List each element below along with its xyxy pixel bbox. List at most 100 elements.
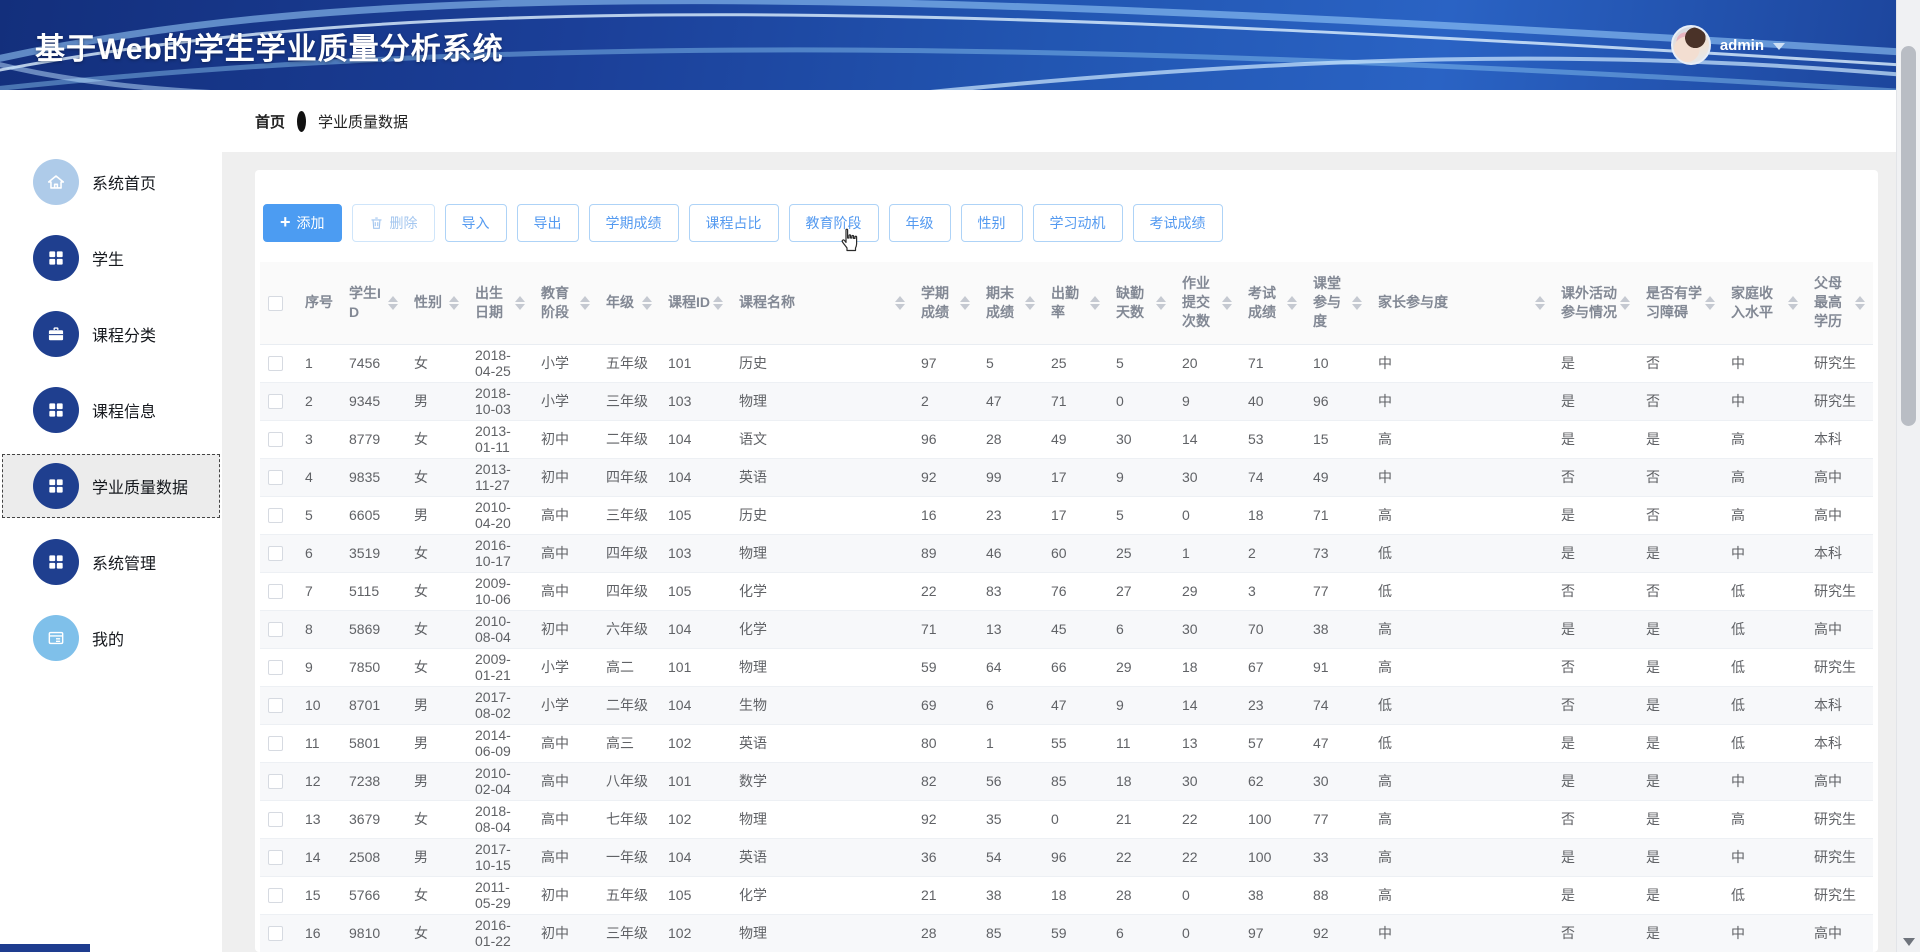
sort-caret-icon[interactable] [388, 296, 398, 310]
briefcase-icon [33, 311, 79, 357]
sort-caret-icon[interactable] [1287, 296, 1297, 310]
column-header-16[interactable]: 家长参与度 [1370, 262, 1553, 344]
row-checkbox[interactable] [268, 736, 283, 751]
column-header-12[interactable]: 缺勤天数 [1108, 262, 1174, 344]
toolbar-button-10[interactable]: 学习动机 [1033, 204, 1123, 242]
sort-caret-icon[interactable] [1090, 296, 1100, 310]
sort-caret-icon[interactable] [1222, 296, 1232, 310]
table-cell: 中 [1370, 458, 1553, 496]
sidebar-item-label: 学业质量数据 [92, 474, 188, 498]
table-cell: 62 [1240, 762, 1305, 800]
toolbar-button-6[interactable]: 课程占比 [689, 204, 779, 242]
select-all-checkbox[interactable] [268, 296, 283, 311]
page-scrollbar[interactable] [1896, 0, 1920, 952]
table-cell: 中 [1370, 344, 1553, 382]
sidebar-item-4[interactable]: 课程信息 [2, 378, 220, 442]
row-checkbox[interactable] [268, 660, 283, 675]
column-header-3[interactable]: 性别 [406, 262, 467, 344]
table-cell: 15 [1305, 420, 1370, 458]
column-header-18[interactable]: 是否有学习障碍 [1638, 262, 1723, 344]
column-header-14[interactable]: 考试成绩 [1240, 262, 1305, 344]
toolbar-button-8[interactable]: 年级 [889, 204, 951, 242]
column-header-13[interactable]: 作业提交次数 [1174, 262, 1240, 344]
sort-caret-icon[interactable] [960, 296, 970, 310]
row-checkbox[interactable] [268, 926, 283, 941]
scrollbar-down-arrow-icon[interactable] [1903, 938, 1915, 946]
table-cell: 21 [913, 876, 978, 914]
sort-caret-icon[interactable] [1156, 296, 1166, 310]
table-cell: 高中 [533, 838, 598, 876]
column-header-9[interactable]: 学期成绩 [913, 262, 978, 344]
column-header-label: 课程名称 [739, 293, 795, 312]
toolbar-button-5[interactable]: 学期成绩 [589, 204, 679, 242]
table-cell: 2018-04-25 [467, 344, 533, 382]
table-cell: 8 [297, 610, 341, 648]
column-header-5[interactable]: 教育阶段 [533, 262, 598, 344]
row-checkbox[interactable] [268, 812, 283, 827]
column-header-8[interactable]: 课程名称 [731, 262, 913, 344]
row-checkbox[interactable] [268, 356, 283, 371]
sidebar-item-6[interactable]: 系统管理 [2, 530, 220, 594]
sort-caret-icon[interactable] [1788, 296, 1798, 310]
column-header-15[interactable]: 课堂参与度 [1305, 262, 1370, 344]
sidebar-item-2[interactable]: 学生 [2, 226, 220, 290]
table-cell: 三年级 [598, 382, 660, 420]
toolbar-button-3[interactable]: 导入 [445, 204, 507, 242]
column-header-10[interactable]: 期末成绩 [978, 262, 1043, 344]
sort-caret-icon[interactable] [713, 296, 723, 310]
table-cell: 女 [406, 420, 467, 458]
toolbar-button-4[interactable]: 导出 [517, 204, 579, 242]
column-header-label: 课外活动参与情况 [1561, 284, 1618, 322]
sort-caret-icon[interactable] [895, 296, 905, 310]
avatar[interactable] [1671, 25, 1711, 65]
column-header-11[interactable]: 出勤率 [1043, 262, 1108, 344]
row-checkbox[interactable] [268, 584, 283, 599]
column-header-2[interactable]: 学生ID [341, 262, 406, 344]
sidebar-item-7[interactable]: 我的 [2, 606, 220, 670]
row-checkbox[interactable] [268, 508, 283, 523]
sidebar-item-1[interactable]: 系统首页 [2, 150, 220, 214]
row-checkbox[interactable] [268, 394, 283, 409]
sort-caret-icon[interactable] [1855, 296, 1865, 310]
row-checkbox[interactable] [268, 622, 283, 637]
toolbar-button-9[interactable]: 性别 [961, 204, 1023, 242]
sort-caret-icon[interactable] [1352, 296, 1362, 310]
column-header-4[interactable]: 出生日期 [467, 262, 533, 344]
sort-caret-icon[interactable] [1620, 296, 1630, 310]
sort-caret-icon[interactable] [1025, 296, 1035, 310]
sort-caret-icon[interactable] [515, 296, 525, 310]
toolbar-button-1[interactable]: +添加 [263, 204, 342, 242]
scrollbar-thumb[interactable] [1901, 46, 1916, 426]
table-cell: 47 [1305, 724, 1370, 762]
row-checkbox[interactable] [268, 470, 283, 485]
home-icon [33, 159, 79, 205]
column-header-label: 出生日期 [475, 284, 513, 322]
column-header-6[interactable]: 年级 [598, 262, 660, 344]
column-header-17[interactable]: 课外活动参与情况 [1553, 262, 1638, 344]
sort-caret-icon[interactable] [449, 296, 459, 310]
table-cell: 是 [1638, 724, 1723, 762]
column-header-20[interactable]: 父母最高学历 [1806, 262, 1873, 344]
sort-caret-icon[interactable] [580, 296, 590, 310]
breadcrumb-home[interactable]: 首页 [255, 111, 285, 132]
row-checkbox[interactable] [268, 698, 283, 713]
table-cell: 92 [913, 800, 978, 838]
row-checkbox[interactable] [268, 774, 283, 789]
table-cell: 38 [978, 876, 1043, 914]
row-checkbox[interactable] [268, 546, 283, 561]
user-menu[interactable]: admin [1671, 25, 1785, 65]
toolbar-button-2[interactable]: 删除 [352, 204, 435, 242]
row-checkbox[interactable] [268, 432, 283, 447]
sort-caret-icon[interactable] [1705, 296, 1715, 310]
sort-caret-icon[interactable] [642, 296, 652, 310]
sort-caret-icon[interactable] [1535, 296, 1545, 310]
column-header-19[interactable]: 家庭收入水平 [1723, 262, 1806, 344]
row-checkbox[interactable] [268, 850, 283, 865]
table-cell: 102 [660, 724, 731, 762]
toolbar-button-7[interactable]: 教育阶段 [789, 204, 879, 242]
toolbar-button-11[interactable]: 考试成绩 [1133, 204, 1223, 242]
column-header-7[interactable]: 课程ID [660, 262, 731, 344]
sidebar-item-3[interactable]: 课程分类 [2, 302, 220, 366]
sidebar-item-5[interactable]: 学业质量数据 [2, 454, 220, 518]
row-checkbox[interactable] [268, 888, 283, 903]
